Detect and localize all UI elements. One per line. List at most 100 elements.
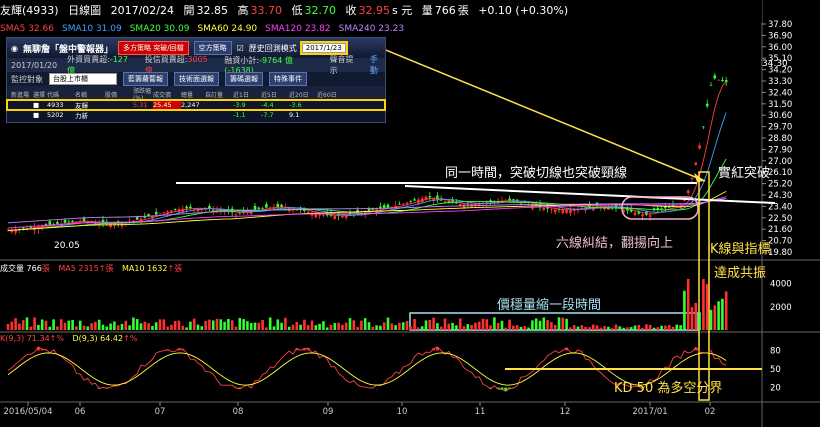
panel-info-bar: 2017/01/20 外資買賣超:-127 億 投信買賣超:3005 億 融資小… bbox=[7, 55, 385, 75]
volume-bar bbox=[607, 326, 610, 330]
volume-bar bbox=[683, 290, 686, 330]
volume-bar bbox=[265, 327, 268, 330]
column-header[interactable]: 自訂量 bbox=[205, 90, 233, 99]
table-row[interactable]: ■ 5202 力新 -1.1 -7.7 9.1 bbox=[7, 110, 385, 120]
candle-body bbox=[173, 208, 177, 210]
empty-strategy-button[interactable]: 空方策略 bbox=[193, 41, 232, 55]
info-date: 2017/01/20 bbox=[11, 60, 58, 70]
tab-chips[interactable]: 籌碼選報 bbox=[225, 72, 263, 86]
volume-bar bbox=[261, 320, 264, 330]
volume-tick-label: 4000 bbox=[770, 280, 792, 290]
volume-bar bbox=[75, 326, 78, 330]
candle-body bbox=[542, 207, 546, 210]
volume-bar bbox=[576, 326, 580, 330]
volume-bar bbox=[37, 324, 40, 330]
history-checkbox-icon[interactable]: ☑ bbox=[237, 44, 244, 53]
history-label: 歷史回測模式 bbox=[248, 43, 297, 53]
column-header[interactable]: 新進場 bbox=[11, 90, 33, 99]
candle-body bbox=[561, 209, 565, 214]
price-tick-label: 29.70 bbox=[768, 123, 792, 133]
volume-bar bbox=[348, 318, 352, 330]
volume-bar bbox=[71, 320, 74, 330]
special-event-button[interactable]: 特殊事件 bbox=[269, 72, 307, 86]
x-tick-label: 2016/05/04 bbox=[4, 407, 53, 417]
candle-body bbox=[367, 208, 371, 211]
candle-body bbox=[660, 208, 663, 210]
ma-legend-item: SMA5 32.66 bbox=[0, 24, 54, 34]
hand-link[interactable]: 手動 bbox=[370, 54, 385, 76]
x-tick-label: 02 bbox=[705, 407, 716, 417]
column-header[interactable]: 成交價 bbox=[153, 90, 181, 99]
volume-bar bbox=[116, 325, 120, 330]
column-header[interactable]: 近60日 bbox=[317, 90, 345, 99]
volume-bar bbox=[63, 322, 67, 330]
volume-bar bbox=[451, 322, 454, 330]
monitor-select[interactable]: 台股上市櫃 bbox=[49, 73, 117, 85]
price-tick-label: 30.60 bbox=[768, 111, 792, 121]
sound-toggle[interactable]: 聲音提示 bbox=[330, 54, 360, 76]
volume-bar bbox=[253, 322, 257, 330]
volume-bar bbox=[595, 325, 599, 330]
column-header[interactable]: 近5日 bbox=[261, 90, 289, 99]
volume-bar bbox=[721, 298, 724, 330]
volume-bar bbox=[291, 324, 295, 330]
volume-bar bbox=[124, 320, 128, 330]
column-header[interactable]: 漲跌幅(%) bbox=[133, 86, 153, 102]
multi-strategy-button[interactable]: 多方策略 突破/回檔 bbox=[118, 41, 189, 55]
volume-bar bbox=[508, 319, 511, 330]
vol-unit: 張 bbox=[457, 4, 469, 17]
volume-bar bbox=[648, 324, 652, 330]
ma-legend-item: SMA10 31.09 bbox=[62, 24, 122, 34]
low-price-label: 20.05 bbox=[54, 241, 80, 251]
volume-bar bbox=[561, 317, 565, 330]
foreign-label: 外資買賣超: bbox=[67, 55, 110, 64]
candle-body bbox=[702, 126, 705, 128]
volume-bar bbox=[546, 320, 549, 330]
column-header[interactable]: 名稱 bbox=[75, 90, 105, 99]
volume-legend-ma5-unit: ↑張 bbox=[98, 264, 114, 273]
margin-label: 融資小計: bbox=[224, 56, 260, 65]
price-tick-label: 36.00 bbox=[768, 43, 792, 53]
column-header[interactable]: 選擇 bbox=[33, 90, 47, 99]
volume-bar bbox=[645, 324, 648, 330]
volume-bar bbox=[690, 307, 694, 330]
volume-bar bbox=[519, 326, 523, 330]
tab-technical[interactable]: 技術面選報 bbox=[174, 72, 219, 86]
candle-body bbox=[565, 209, 568, 213]
high-label: 高 bbox=[237, 4, 249, 17]
arrow-line bbox=[375, 45, 706, 182]
column-header[interactable]: 股價 bbox=[105, 90, 133, 99]
volume-bar bbox=[656, 327, 660, 330]
candle-body bbox=[550, 209, 553, 211]
volume-bar bbox=[724, 291, 728, 330]
tab-blue-chip[interactable]: 藍籌蘿蔔報 bbox=[123, 72, 168, 86]
volume-bar bbox=[151, 325, 154, 330]
table-row[interactable]: ■ 4933 友輝 5.31 25.45 2,247 -3.9 -4.4 -3.6 bbox=[6, 99, 386, 111]
volume-bar bbox=[550, 322, 553, 330]
price-tick-label: 27.00 bbox=[768, 157, 792, 167]
volume-bar bbox=[379, 325, 382, 330]
volume-bar bbox=[185, 327, 188, 330]
candle-body bbox=[694, 162, 698, 165]
volume-legend-total-unit: 張 bbox=[41, 264, 50, 273]
column-header[interactable]: 總量 bbox=[181, 90, 205, 99]
volume-bar bbox=[660, 325, 663, 330]
volume-bar bbox=[211, 320, 215, 330]
candle-body bbox=[648, 215, 652, 217]
vol-value: 766 bbox=[434, 4, 456, 17]
volume-bar bbox=[394, 325, 397, 330]
volume-bar bbox=[458, 318, 462, 330]
volume-bar bbox=[242, 319, 245, 330]
kd-legend-k: K(9,3) 71.34 bbox=[0, 334, 50, 343]
volume-bar bbox=[18, 323, 21, 330]
price-tick-label: 36.90 bbox=[768, 31, 792, 41]
table-cell: 2,247 bbox=[181, 101, 200, 109]
column-header[interactable]: 代碼 bbox=[47, 90, 75, 99]
date-select[interactable]: 2017/1/23 bbox=[299, 41, 348, 55]
volume-bar bbox=[629, 327, 633, 330]
volume-bar bbox=[67, 320, 71, 330]
ma-legend: SMA5 32.66 SMA10 31.09 SMA20 30.09 SMA60 24… bbox=[0, 22, 412, 36]
column-header[interactable]: 近1日 bbox=[233, 90, 261, 99]
table-cell: 25.45 bbox=[153, 101, 181, 109]
column-header[interactable]: 近20日 bbox=[289, 90, 317, 99]
